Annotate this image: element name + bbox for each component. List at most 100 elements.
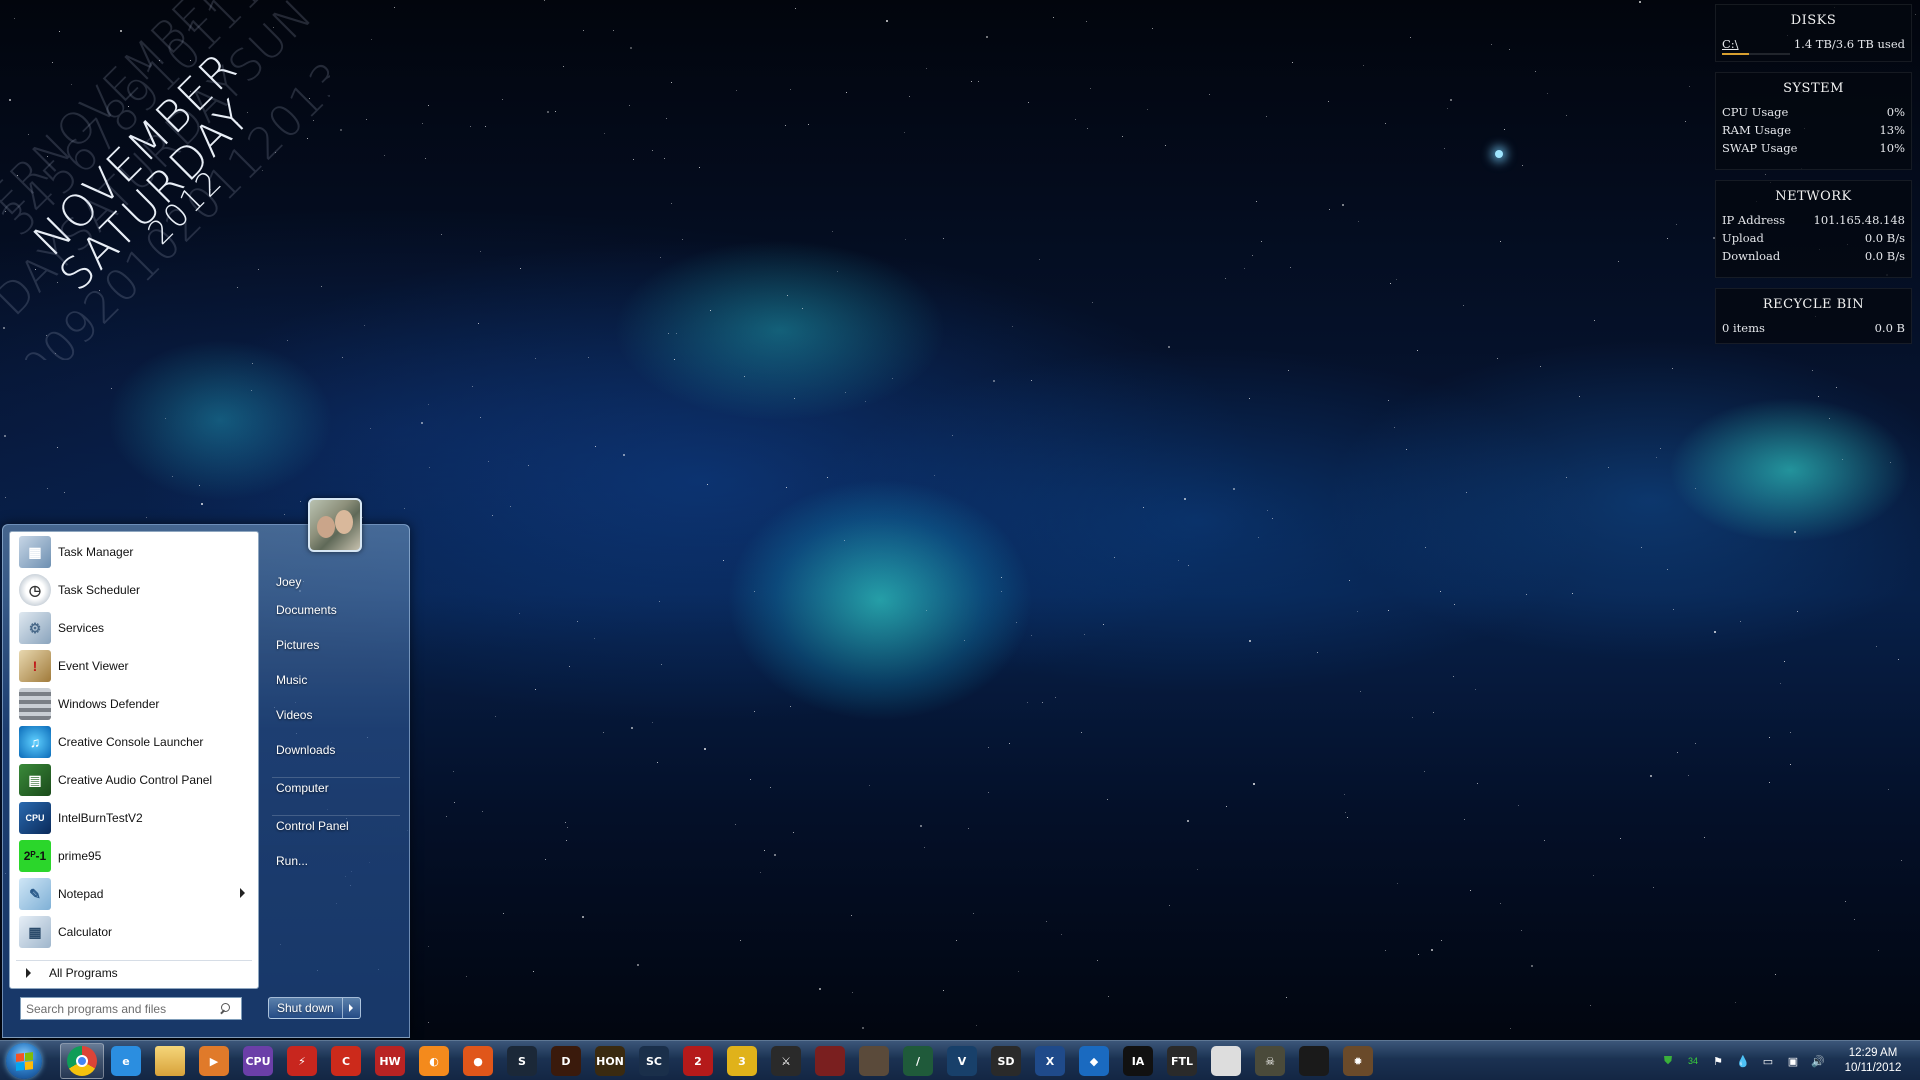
- crystal-icon: ◆: [1079, 1046, 1109, 1076]
- taskbar-button[interactable]: 3: [720, 1043, 764, 1079]
- action-center-flag-icon[interactable]: ⚑: [1710, 1053, 1726, 1069]
- star: [988, 792, 989, 793]
- start-link-documents[interactable]: Documents: [272, 596, 402, 624]
- all-programs-button[interactable]: All Programs: [16, 960, 252, 984]
- star: [1660, 448, 1661, 449]
- taskbar-button[interactable]: /: [896, 1043, 940, 1079]
- clock-date: 10/11/2012: [1844, 1062, 1902, 1074]
- program-item-windows-defender[interactable]: Windows Defender: [13, 686, 255, 722]
- program-item-task-manager[interactable]: ▦ Task Manager: [13, 534, 255, 570]
- program-item-calculator[interactable]: ▦ Calculator: [13, 914, 255, 950]
- program-item-task-scheduler[interactable]: ◷ Task Scheduler: [13, 572, 255, 608]
- taskbar-button[interactable]: [1204, 1043, 1248, 1079]
- program-item-creative-console[interactable]: ♫ Creative Console Launcher: [13, 724, 255, 760]
- taskbar-button[interactable]: ☠: [1248, 1043, 1292, 1079]
- star: [1244, 268, 1245, 269]
- start-link-computer[interactable]: Computer: [272, 774, 402, 802]
- start-link-user[interactable]: Joey: [272, 568, 402, 596]
- network-row: Download 0.0 B/s: [1716, 247, 1911, 265]
- start-search-box[interactable]: [20, 997, 242, 1020]
- taskbar-button[interactable]: CPU: [236, 1043, 280, 1079]
- start-link-control-panel[interactable]: Control Panel: [272, 812, 402, 840]
- program-label: Windows Defender: [58, 697, 160, 711]
- program-item-prime95[interactable]: 2ᴾ-1 prime95: [13, 838, 255, 874]
- program-label: IntelBurnTestV2: [58, 811, 143, 825]
- program-item-notepad[interactable]: ✎ Notepad: [13, 876, 255, 912]
- start-link-downloads[interactable]: Downloads: [272, 736, 402, 764]
- star: [1075, 119, 1076, 120]
- taskbar-button[interactable]: ✹: [1336, 1043, 1380, 1079]
- taskbar-button[interactable]: S: [500, 1043, 544, 1079]
- recycle-bin-widget[interactable]: RECYCLE BIN 0 items 0.0 B: [1715, 288, 1912, 344]
- star: [1901, 860, 1902, 861]
- taskbar-button[interactable]: HON: [588, 1043, 632, 1079]
- taskbar-button[interactable]: ⚔: [764, 1043, 808, 1079]
- i-am-alive-icon: IA: [1123, 1046, 1153, 1076]
- droplet-tray-icon[interactable]: 💧: [1735, 1053, 1751, 1069]
- start-link-pictures[interactable]: Pictures: [272, 631, 402, 659]
- taskbar-clock[interactable]: 12:29 AM 10/11/2012: [1830, 1046, 1916, 1076]
- taskbar-button[interactable]: V: [940, 1043, 984, 1079]
- star: [1197, 869, 1198, 870]
- star: [172, 476, 173, 477]
- usb-device-tray-icon[interactable]: ▭: [1760, 1053, 1776, 1069]
- star: [1055, 697, 1056, 698]
- taskbar-button[interactable]: ◐: [412, 1043, 456, 1079]
- submenu-arrow-icon[interactable]: [240, 888, 245, 898]
- taskbar-button[interactable]: ●: [456, 1043, 500, 1079]
- star: [1425, 547, 1426, 548]
- taskbar-button[interactable]: [1292, 1043, 1336, 1079]
- taskbar-button[interactable]: IA: [1116, 1043, 1160, 1079]
- taskbar-button[interactable]: SC: [632, 1043, 676, 1079]
- taskbar-button[interactable]: HW: [368, 1043, 412, 1079]
- taskbar-button[interactable]: 2: [676, 1043, 720, 1079]
- disk-drive-label[interactable]: C:\: [1722, 37, 1739, 51]
- taskbar-button[interactable]: [60, 1043, 104, 1079]
- shield-tray-icon[interactable]: ⛊: [1660, 1053, 1676, 1069]
- taskbar-button[interactable]: [148, 1043, 192, 1079]
- start-button[interactable]: [6, 1043, 42, 1079]
- volume-icon[interactable]: 🔊: [1810, 1053, 1826, 1069]
- program-label: Task Scheduler: [58, 583, 141, 597]
- star: [1417, 350, 1418, 351]
- star: [1317, 652, 1318, 653]
- star: [446, 816, 447, 817]
- shutdown-options-button[interactable]: [341, 998, 360, 1018]
- taskbar-button[interactable]: X: [1028, 1043, 1072, 1079]
- star: [794, 398, 795, 399]
- program-item-event-viewer[interactable]: ! Event Viewer: [13, 648, 255, 684]
- notepad-icon: ✎: [19, 878, 51, 910]
- program-item-creative-audio[interactable]: ▤ Creative Audio Control Panel: [13, 762, 255, 798]
- taskbar-button[interactable]: FTL: [1160, 1043, 1204, 1079]
- taskbar-button[interactable]: D: [544, 1043, 588, 1079]
- taskbar-button[interactable]: C: [324, 1043, 368, 1079]
- taskbar-button[interactable]: e: [104, 1043, 148, 1079]
- taskbar-button[interactable]: ◆: [1072, 1043, 1116, 1079]
- star: [1500, 241, 1501, 242]
- bright-star: [1495, 150, 1503, 158]
- network-tray-icon[interactable]: ▣: [1785, 1053, 1801, 1069]
- start-search-input[interactable]: [21, 998, 217, 1019]
- temperature-tray-icon[interactable]: 34: [1685, 1053, 1701, 1069]
- program-item-intelburntest[interactable]: CPU IntelBurnTestV2: [13, 800, 255, 836]
- user-account-picture[interactable]: [308, 498, 362, 552]
- taskbar-button[interactable]: [808, 1043, 852, 1079]
- start-link-run[interactable]: Run...: [272, 847, 402, 875]
- program-item-services[interactable]: ⚙ Services: [13, 610, 255, 646]
- search-icon[interactable]: [217, 1000, 235, 1018]
- star: [1168, 346, 1170, 348]
- star: [1233, 488, 1235, 490]
- taskbar-button[interactable]: ⚡: [280, 1043, 324, 1079]
- start-link-music[interactable]: Music: [272, 666, 402, 694]
- star: [190, 60, 191, 61]
- start-link-videos[interactable]: Videos: [272, 701, 402, 729]
- star: [595, 446, 596, 447]
- star: [1641, 547, 1642, 548]
- star: [988, 747, 989, 748]
- taskbar-button[interactable]: SD: [984, 1043, 1028, 1079]
- taskbar-button[interactable]: ▶: [192, 1043, 236, 1079]
- network-widget: NETWORK IP Address 101.165.48.148 Upload 0…: [1715, 180, 1912, 278]
- shutdown-button[interactable]: Shut down: [269, 998, 342, 1018]
- star: [926, 610, 927, 611]
- taskbar-button[interactable]: [852, 1043, 896, 1079]
